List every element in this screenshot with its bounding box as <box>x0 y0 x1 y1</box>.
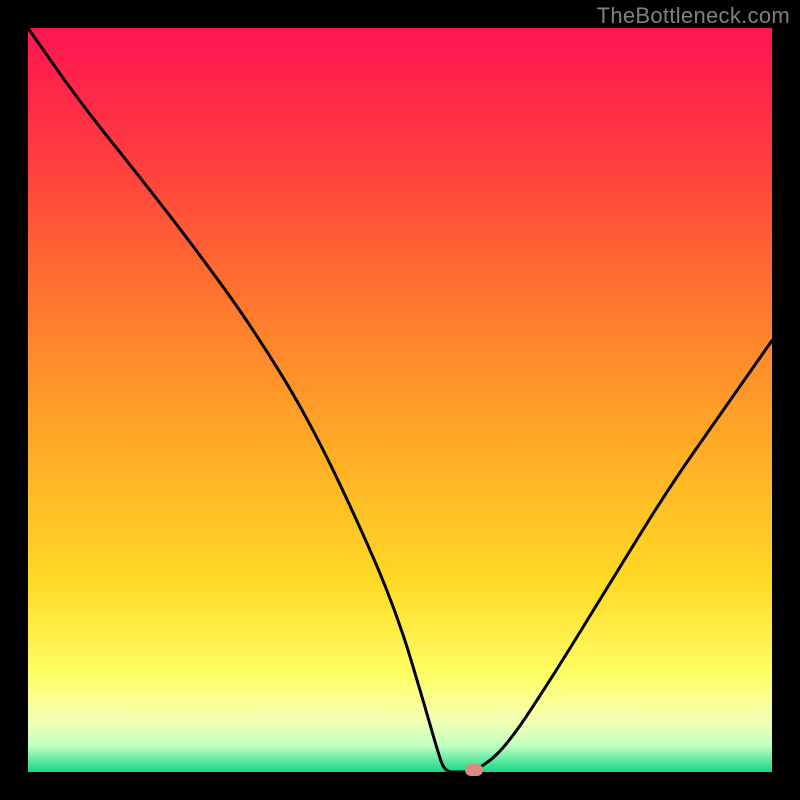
optimal-marker <box>465 764 483 776</box>
bottleneck-curve <box>28 28 772 772</box>
watermark-text: TheBottleneck.com <box>597 3 790 29</box>
plot-area <box>28 28 772 772</box>
curve-layer <box>28 28 772 772</box>
chart-frame: TheBottleneck.com <box>0 0 800 800</box>
